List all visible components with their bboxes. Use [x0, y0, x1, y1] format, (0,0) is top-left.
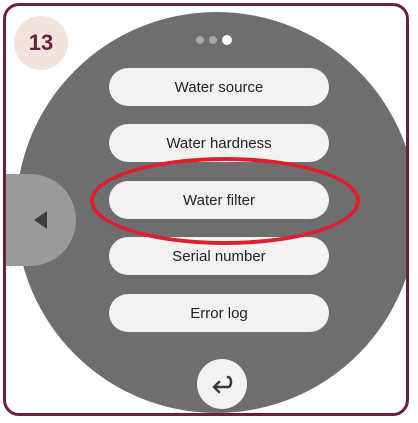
page-dot-active	[222, 35, 232, 45]
instruction-frame: 13 Water source Water hardness Water fil…	[3, 3, 409, 416]
page-indicator	[196, 35, 232, 45]
step-number-badge: 13	[14, 16, 68, 70]
page-dot	[196, 36, 204, 44]
return-arrow-icon	[212, 375, 233, 394]
menu-item-label: Water hardness	[166, 134, 272, 152]
menu-item-serial-number[interactable]: Serial number	[109, 237, 329, 275]
menu-item-label: Error log	[190, 304, 248, 322]
back-button[interactable]	[197, 359, 247, 409]
step-number: 13	[28, 30, 54, 55]
menu-item-label: Serial number	[172, 247, 266, 265]
menu-item-water-filter[interactable]: Water filter	[109, 181, 329, 219]
page-dot	[209, 36, 217, 44]
triangle-left-icon	[33, 211, 47, 229]
menu-item-water-source[interactable]: Water source	[109, 68, 329, 106]
menu-item-water-hardness[interactable]: Water hardness	[109, 124, 329, 162]
menu-item-label: Water filter	[183, 191, 255, 209]
menu-item-label: Water source	[174, 78, 264, 96]
menu-item-error-log[interactable]: Error log	[109, 294, 329, 332]
